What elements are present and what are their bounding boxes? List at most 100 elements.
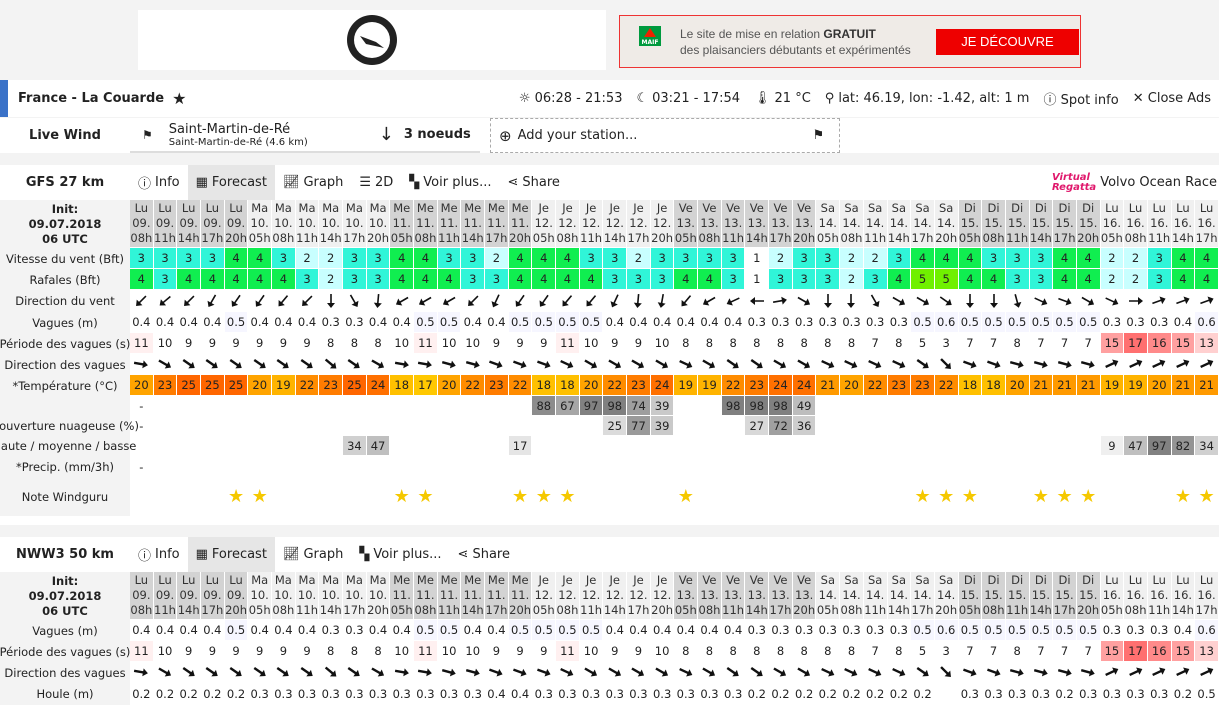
rating-star-icon: ★: [532, 478, 557, 516]
wave-height-cell: 0.4: [603, 620, 628, 641]
swell-height-cell: 0.2: [201, 683, 225, 705]
wave-direction-arrow-icon: [1100, 354, 1125, 375]
wind-speed-cell: 3: [153, 248, 178, 269]
ad-discover-button[interactable]: JE DÉCOUVRE: [936, 28, 1079, 55]
wind-speed-cell: 4: [556, 248, 580, 269]
windguru-rating-cell: [485, 478, 509, 516]
tab-graph[interactable]: 📈︎ Graph: [275, 537, 351, 572]
precipitation-cell: [366, 456, 391, 478]
wave-period-cell: 8: [816, 641, 841, 662]
wind-direction-arrow-icon: [721, 290, 746, 312]
windguru-rating-cell: [461, 478, 486, 516]
tab-info[interactable]: ⓘ Info: [130, 165, 188, 200]
wind-gust-cell: 3: [1147, 269, 1172, 290]
cloud-low-cell: [295, 436, 320, 456]
tab-graph[interactable]: 📈︎ Graph: [275, 165, 351, 200]
ad-banner-maif[interactable]: MAIF Le site de mise en relation GRATUIT…: [619, 15, 1081, 68]
wave-height-cell: 0.4: [201, 312, 225, 333]
live-station[interactable]: ⚑ Saint-Martin-de-Ré Saint-Martin-de-Ré (…: [130, 118, 480, 153]
wave-direction-arrow-icon: [911, 354, 935, 375]
cloud-mid-cell: [982, 416, 1006, 436]
wave-direction-arrow-icon: [958, 354, 983, 375]
tab-forecast[interactable]: ▦ Forecast: [187, 537, 275, 572]
wave-direction-arrow-icon: [224, 354, 249, 375]
cloud-low-cell: [532, 436, 557, 456]
spot-info-button[interactable]: ⓘ Spot info: [1043, 89, 1118, 108]
tab-share[interactable]: ⋖ Share: [499, 165, 567, 200]
cloud-high-cell: [934, 396, 959, 416]
cloud-mid-cell: 27: [745, 416, 770, 436]
tab-info[interactable]: ⓘ Info: [130, 537, 188, 572]
time-header-cell: Je 12. 14h: [603, 572, 628, 620]
wind-direction-arrow-icon: [1005, 290, 1030, 312]
cloud-low-cell: [201, 436, 225, 456]
wave-height-cell: 0.3: [1124, 620, 1148, 641]
ad-banner-left[interactable]: [138, 10, 606, 70]
cloud-mid-cell: [816, 416, 841, 436]
wave-height-cell: 0.4: [272, 312, 296, 333]
swell-height-cell: 0.3: [248, 683, 273, 705]
rating-star-icon: ★: [958, 478, 983, 516]
wind-direction-arrow-icon: [1195, 290, 1219, 312]
wave-period-cell: 9: [627, 333, 651, 354]
swell-height-cell: 0.3: [1100, 683, 1125, 705]
precipitation-cell: [272, 456, 296, 478]
wave-height-cell: 0.4: [390, 620, 415, 641]
wave-height-cell: 0.5: [1053, 312, 1077, 333]
temperature-cell: 23: [627, 375, 651, 396]
wave-period-cell: 9: [485, 641, 509, 662]
wind-gust-cell: 3: [603, 269, 628, 290]
wind-speed-cell: 3: [887, 248, 912, 269]
wave-direction-arrow-icon: [579, 662, 604, 683]
swell-height-cell: 0.3: [556, 683, 580, 705]
add-station-button[interactable]: ⊕ Add your station... ⚑: [490, 118, 840, 153]
swell-height-cell: 0.3: [982, 683, 1006, 705]
wave-height-cell: 0.5: [1076, 312, 1101, 333]
moonrise-moonset: 03:21 - 17:54: [652, 91, 741, 106]
windguru-rating-cell: [1005, 478, 1030, 516]
wind-gust-cell: 5: [911, 269, 935, 290]
wave-period-cell: 3: [934, 333, 959, 354]
wave-period-cell: 10: [390, 333, 415, 354]
wave-height-cell: 0.5: [224, 620, 249, 641]
wind-direction-label: Direction du vent: [0, 290, 130, 312]
wave-height-cell: 0.5: [556, 312, 580, 333]
tab-2d[interactable]: ☰ 2D: [351, 165, 401, 200]
time-header-cell: Ve 13. 05h: [674, 572, 699, 620]
windguru-rating-cell: [840, 478, 864, 516]
wave-height-cell: 0.4: [153, 620, 178, 641]
precipitation-cell: [1195, 456, 1219, 478]
wind-speed-cell: 4: [958, 248, 983, 269]
windguru-rating-label: Note Windguru: [0, 478, 130, 516]
wave-height-cell: 0.4: [248, 312, 273, 333]
wave-period-cell: 8: [792, 641, 817, 662]
time-header-cell: Sa 14. 08h: [840, 200, 864, 248]
time-header-cell: Ma 10. 05h: [248, 572, 273, 620]
tab-more[interactable]: ▚ Voir plus...: [351, 537, 449, 572]
wind-gust-cell: 4: [1171, 269, 1196, 290]
cloud-high-cell: [1053, 396, 1077, 416]
favorite-star-icon[interactable]: ★: [172, 89, 186, 108]
wave-period-cell: 9: [248, 641, 273, 662]
wave-period-cell: 8: [887, 641, 912, 662]
close-ads-button[interactable]: ✕ Close Ads: [1133, 91, 1211, 106]
precipitation-cell: [414, 456, 438, 478]
tab-forecast[interactable]: ▦ Forecast: [187, 165, 275, 200]
temperature-cell: 22: [603, 375, 628, 396]
wave-period-cell: 10: [153, 641, 178, 662]
wind-speed-cell: 4: [1195, 248, 1219, 269]
cloud-high-cell: [414, 396, 438, 416]
cloud-high-cell: 97: [579, 396, 604, 416]
wind-direction-arrow-icon: [319, 290, 344, 312]
tab-more[interactable]: ▚ Voir plus...: [401, 165, 499, 200]
precipitation-cell: [958, 456, 983, 478]
wave-height-cell: 0.4: [603, 312, 628, 333]
volvo-ocean-race-link[interactable]: Virtual Regatta Volvo Ocean Race: [1052, 172, 1219, 193]
cloud-mid-row: Couverture nuageuse (%) - 25 77 39 27 72 36: [0, 416, 1219, 436]
wave-period-cell: 9: [224, 333, 249, 354]
tab-share[interactable]: ⋖ Share: [450, 537, 518, 572]
windguru-rating-cell: [437, 478, 462, 516]
close-icon: ✕: [1132, 91, 1144, 106]
wave-direction-arrow-icon: [390, 662, 415, 683]
precipitation-cell: [153, 456, 178, 478]
